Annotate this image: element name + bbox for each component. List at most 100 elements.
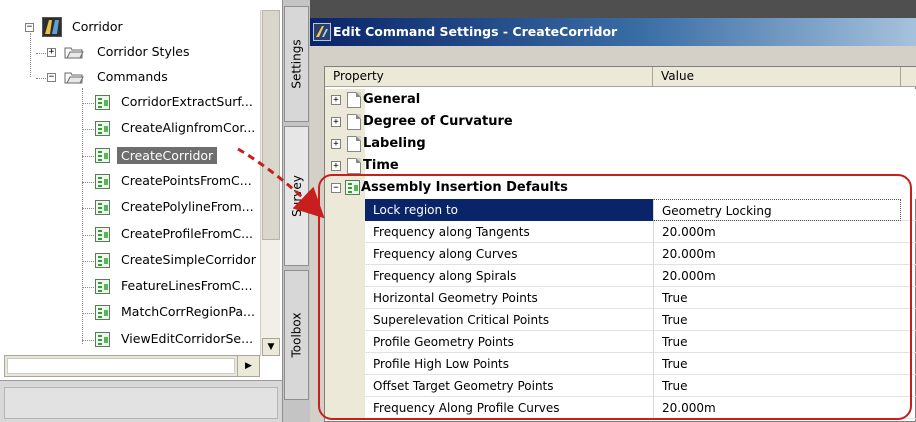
collapse-toggle[interactable]: − <box>331 183 341 193</box>
category-row[interactable]: + Labeling <box>325 133 916 155</box>
property-value[interactable]: True <box>653 375 901 397</box>
expand-toggle[interactable]: + <box>331 95 341 105</box>
property-grid-header: Property Value <box>325 67 916 87</box>
property-row[interactable]: Superelevation Critical Points True <box>325 309 916 331</box>
row-gutter <box>325 353 365 375</box>
property-row[interactable]: Frequency along Spirals 20.000m <box>325 265 916 287</box>
tree-horizontal-scrollbar[interactable]: ▶ <box>4 355 260 377</box>
column-header-value[interactable]: Value <box>653 67 901 86</box>
property-value[interactable]: 20.000m <box>653 265 901 287</box>
property-value[interactable]: 20.000m <box>653 243 901 265</box>
tree-item-commands[interactable]: Commands <box>97 69 168 84</box>
property-row[interactable]: Frequency along Curves 20.000m <box>325 243 916 265</box>
category-row[interactable]: + Time <box>325 155 916 177</box>
tree-line <box>30 33 31 77</box>
tree-vertical-scrollbar[interactable]: ▼ <box>260 10 280 356</box>
command-check-icon <box>95 148 110 163</box>
collapse-toggle[interactable]: − <box>47 73 56 82</box>
scroll-right-arrow-icon[interactable]: ▶ <box>237 356 259 376</box>
property-value[interactable]: Geometry Locking <box>653 199 901 221</box>
property-value[interactable]: True <box>653 353 901 375</box>
property-name[interactable]: Lock region to <box>365 199 653 221</box>
command-check-icon <box>95 95 110 110</box>
category-row[interactable]: − Assembly Insertion Defaults <box>325 177 916 199</box>
tree-item-command[interactable]: FeatureLinesFromC... <box>121 278 252 293</box>
tree-root-label[interactable]: Corridor <box>72 19 123 34</box>
property-value[interactable]: True <box>653 331 901 353</box>
property-name[interactable]: Horizontal Geometry Points <box>365 287 653 309</box>
folder-open-icon <box>64 70 84 84</box>
command-check-icon <box>95 227 110 242</box>
tab-toolbox[interactable]: Toolbox <box>284 270 309 400</box>
property-grid: Property Value + General + Degree of Curvat… <box>324 66 916 422</box>
category-row[interactable]: + General <box>325 89 916 111</box>
scroll-down-arrow-icon[interactable]: ▼ <box>262 338 280 356</box>
property-value[interactable]: 20.000m <box>653 221 901 243</box>
category-label: Assembly Insertion Defaults <box>361 180 568 195</box>
tree-item-command[interactable]: CreatePointsFromC... <box>121 173 252 188</box>
property-name[interactable]: Frequency Along Profile Curves <box>365 397 653 419</box>
tree-line <box>82 340 94 341</box>
property-name[interactable]: Superelevation Critical Points <box>365 309 653 331</box>
property-name[interactable]: Frequency along Curves <box>365 243 653 265</box>
tab-settings[interactable]: Settings <box>284 6 309 122</box>
command-check-icon <box>95 279 110 294</box>
command-check-icon <box>95 200 110 215</box>
tree-item-command[interactable]: CreateCorridor <box>117 147 218 164</box>
tree-line <box>82 182 94 183</box>
tree-line <box>82 129 94 130</box>
page-icon <box>347 114 361 130</box>
expand-toggle[interactable]: + <box>331 117 341 127</box>
property-row[interactable]: Lock region to Geometry Locking <box>325 199 916 221</box>
tree-item-command[interactable]: CreatePolylineFrom... <box>121 199 254 214</box>
tab-settings-label: Settings <box>289 39 304 89</box>
category-label: Labeling <box>363 136 426 151</box>
command-check-icon <box>95 121 110 136</box>
category-row[interactable]: + Degree of Curvature <box>325 111 916 133</box>
tree-item-command[interactable]: CreateAlignfromCor... <box>121 120 255 135</box>
property-name[interactable]: Offset Target Geometry Points <box>365 375 653 397</box>
category-label: Time <box>363 158 399 173</box>
property-name[interactable]: Frequency along Spirals <box>365 265 653 287</box>
row-gutter <box>325 265 365 287</box>
tree-line <box>82 261 94 262</box>
expand-toggle[interactable]: + <box>331 161 341 171</box>
row-gutter <box>325 397 365 419</box>
scrollbar-thumb[interactable] <box>262 10 280 240</box>
row-gutter <box>325 331 365 353</box>
tab-toolbox-label: Toolbox <box>289 312 304 358</box>
dialog-app-icon <box>313 23 331 41</box>
property-row[interactable]: Frequency Along Profile Curves 20.000m <box>325 397 916 419</box>
tree-item-command[interactable]: ViewEditCorridorSe... <box>121 331 253 346</box>
page-icon <box>347 158 361 174</box>
collapse-toggle[interactable]: − <box>25 23 34 32</box>
property-name[interactable]: Profile High Low Points <box>365 353 653 375</box>
scrollbar-track[interactable] <box>7 358 235 374</box>
column-header-property[interactable]: Property <box>325 67 653 86</box>
property-row[interactable]: Profile Geometry Points True <box>325 331 916 353</box>
tree-item-command[interactable]: CreateProfileFromC... <box>121 226 253 241</box>
row-gutter <box>325 199 365 221</box>
expand-toggle[interactable]: + <box>47 48 56 57</box>
tab-survey-label: Survey <box>289 175 304 217</box>
corridor-icon <box>42 17 62 37</box>
tree-item-command[interactable]: MatchCorrRegionPa... <box>121 304 255 319</box>
property-row[interactable]: Profile High Low Points True <box>325 353 916 375</box>
property-value[interactable]: True <box>653 287 901 309</box>
dialog-titlebar[interactable]: Edit Command Settings - CreateCorridor <box>310 18 916 46</box>
tree-item-corridor-styles[interactable]: Corridor Styles <box>97 44 190 59</box>
expand-toggle[interactable]: + <box>331 139 341 149</box>
property-row[interactable]: Frequency along Tangents 20.000m <box>325 221 916 243</box>
property-value[interactable]: 20.000m <box>653 397 901 419</box>
property-name[interactable]: Frequency along Tangents <box>365 221 653 243</box>
folder-icon <box>64 45 84 59</box>
tree-item-command[interactable]: CorridorExtractSurf... <box>121 94 253 109</box>
property-row[interactable]: Offset Target Geometry Points True <box>325 375 916 397</box>
tab-survey[interactable]: Survey <box>284 126 309 266</box>
tree-item-command[interactable]: CreateSimpleCorridor <box>121 252 256 267</box>
tree-line <box>82 103 94 104</box>
property-row[interactable]: Horizontal Geometry Points True <box>325 287 916 309</box>
property-value[interactable]: True <box>653 309 901 331</box>
tree-line <box>82 313 94 314</box>
property-name[interactable]: Profile Geometry Points <box>365 331 653 353</box>
